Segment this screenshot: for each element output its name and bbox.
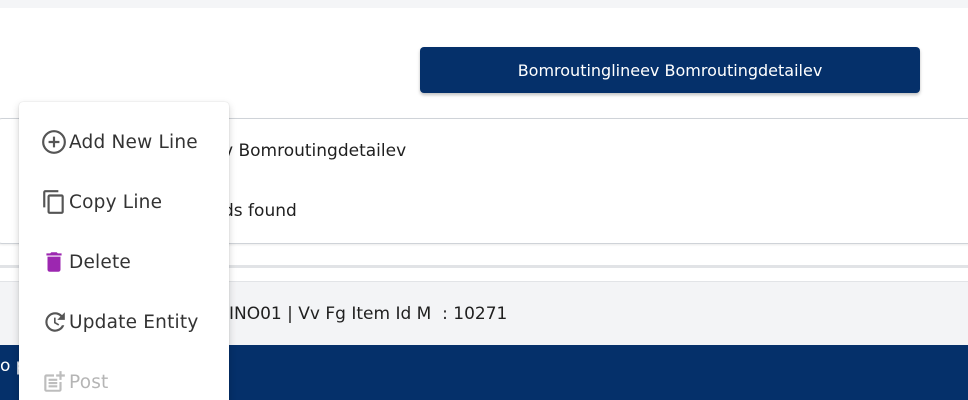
top-strip bbox=[0, 0, 968, 8]
refresh-clock-icon bbox=[40, 308, 68, 336]
menu-item-label: Post bbox=[69, 371, 109, 393]
post-add-icon bbox=[40, 368, 68, 396]
menu-item-copy-line[interactable]: Copy Line bbox=[19, 172, 229, 232]
menu-item-delete[interactable]: Delete bbox=[19, 232, 229, 292]
menu-item-post[interactable]: Post bbox=[19, 352, 229, 400]
menu-item-label: Delete bbox=[69, 251, 131, 273]
add-circle-icon bbox=[40, 128, 68, 156]
trash-icon bbox=[40, 248, 68, 276]
item-info-text: INO01 | Vv Fg Item Id M : 10271 bbox=[229, 304, 508, 324]
menu-item-update-entity[interactable]: Update Entity bbox=[19, 292, 229, 352]
copy-icon bbox=[40, 188, 68, 216]
card-title: v Bomroutingdetailev bbox=[223, 141, 407, 161]
menu-item-add-new-line[interactable]: Add New Line bbox=[19, 112, 229, 172]
page: Bomroutinglineev Bomroutingdetailev v Bo… bbox=[0, 0, 968, 400]
menu-item-label: Copy Line bbox=[69, 191, 163, 213]
no-records-text: ds found bbox=[223, 201, 297, 221]
bomrouting-detail-button[interactable]: Bomroutinglineev Bomroutingdetailev bbox=[420, 47, 920, 93]
menu-item-label: Update Entity bbox=[69, 311, 199, 333]
context-menu: Add New Line Copy Line Delete Update Ent… bbox=[19, 102, 229, 400]
menu-item-label: Add New Line bbox=[69, 131, 198, 153]
